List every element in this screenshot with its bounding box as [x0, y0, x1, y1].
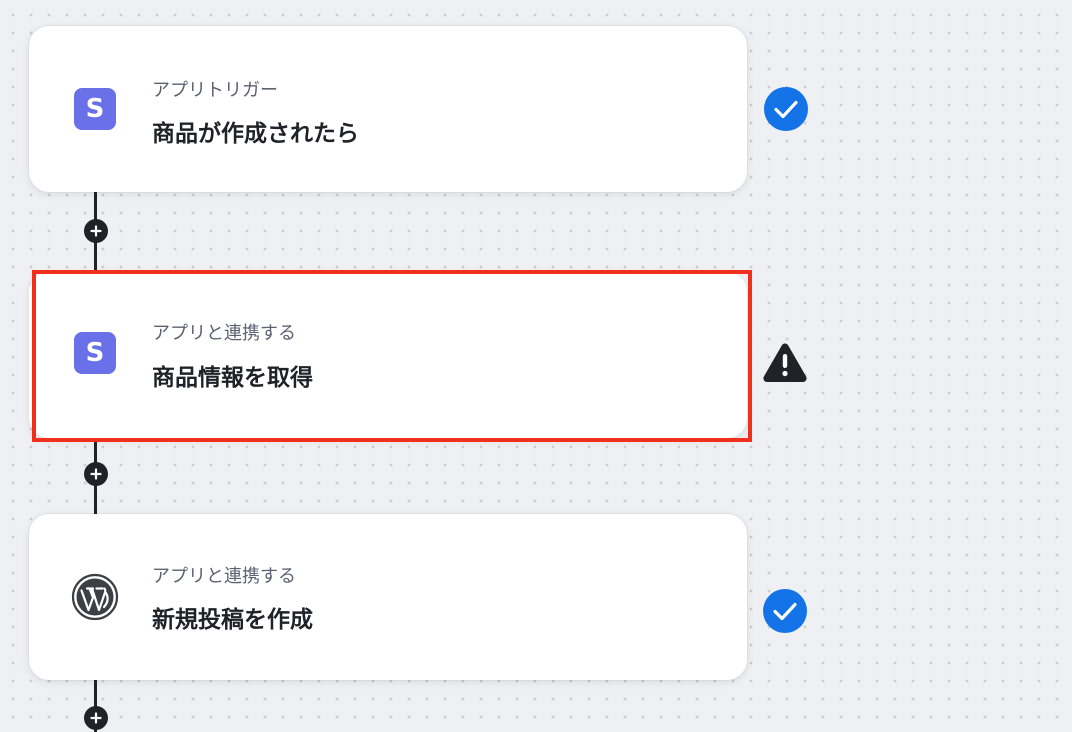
- add-step-button[interactable]: [84, 462, 108, 486]
- warning-icon: [763, 343, 807, 382]
- flow-step-card[interactable]: アプリと連携する 新規投稿を作成: [29, 514, 747, 680]
- step-type-label: アプリと連携する: [152, 566, 296, 587]
- check-icon: [763, 589, 807, 633]
- step-title: 商品が作成されたら: [152, 121, 359, 147]
- step-type-label: アプリトリガー: [152, 80, 278, 101]
- flow-step-card[interactable]: S アプリと連携する 商品情報を取得: [29, 272, 747, 438]
- plus-icon: [90, 225, 102, 237]
- flow-step-card[interactable]: S アプリトリガー 商品が作成されたら: [29, 26, 747, 192]
- step-title: 商品情報を取得: [152, 365, 313, 391]
- wordpress-icon: [71, 573, 119, 621]
- check-icon: [764, 87, 808, 131]
- add-step-button[interactable]: [84, 706, 108, 730]
- step-type-label: アプリと連携する: [152, 323, 296, 344]
- plus-icon: [90, 712, 102, 724]
- add-step-button[interactable]: [84, 219, 108, 243]
- stripe-icon: S: [74, 88, 116, 130]
- plus-icon: [90, 468, 102, 480]
- step-title: 新規投稿を作成: [152, 607, 313, 633]
- stripe-icon: S: [74, 332, 116, 374]
